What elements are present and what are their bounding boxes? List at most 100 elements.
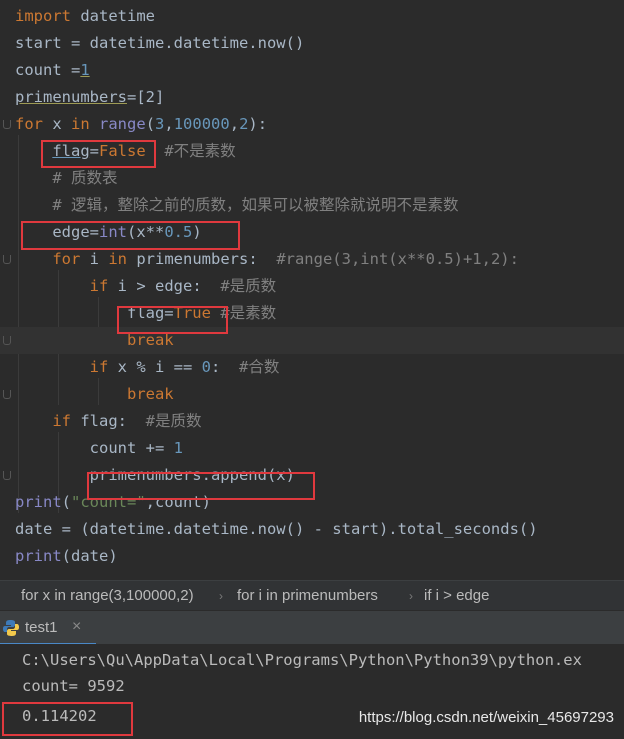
code-token: in — [108, 250, 127, 268]
code-text: start = datetime.datetime.now() — [15, 30, 304, 57]
code-token: # 逻辑，整除之前的质数，如果可以被整除就说明不是素数 — [52, 196, 459, 214]
code-line[interactable]: break — [0, 381, 624, 408]
code-line[interactable]: flag=True #是素数 — [0, 300, 624, 327]
fold-marker-icon[interactable] — [3, 255, 11, 264]
code-token: if — [89, 358, 109, 376]
chevron-right-icon: › — [219, 589, 223, 603]
console-line: count= 9592 — [22, 677, 125, 695]
code-text: import datetime — [15, 3, 155, 30]
code-line[interactable]: count += 1 — [0, 435, 624, 462]
highlight-append — [87, 472, 315, 500]
code-token: , — [164, 115, 174, 133]
code-text: print(date) — [15, 543, 118, 570]
code-token: if — [89, 277, 109, 295]
fold-marker-icon[interactable] — [3, 390, 11, 399]
close-icon[interactable]: × — [72, 618, 81, 636]
code-line[interactable]: start = datetime.datetime.now() — [0, 30, 624, 57]
code-token: datetime — [71, 7, 155, 25]
code-token: #是质数 — [145, 412, 202, 430]
highlight-flag-true — [117, 306, 228, 334]
highlight-flag-false — [41, 140, 156, 168]
code-text: if flag: #是质数 — [15, 408, 202, 435]
code-token: ( — [61, 493, 72, 511]
python-icon — [3, 620, 19, 636]
code-line[interactable]: date = (datetime.datetime.now() - start)… — [0, 516, 624, 543]
code-token: i — [80, 250, 109, 268]
code-token: 0 — [201, 358, 211, 376]
console-line: C:\Users\Qu\AppData\Local\Programs\Pytho… — [22, 651, 582, 669]
code-text: count += 1 — [15, 435, 183, 462]
code-line[interactable]: for i in primenumbers: #range(3,int(x**0… — [0, 246, 624, 273]
code-line[interactable]: import datetime — [0, 3, 624, 30]
code-editor[interactable]: import datetime start = datetime.datetime… — [0, 0, 624, 580]
highlight-output-time — [2, 702, 133, 736]
code-text: if x % i == 0: #合数 — [15, 354, 280, 381]
run-toolbar: test1 × — [0, 610, 624, 645]
code-line[interactable]: if i > edge: #是质数 — [0, 273, 624, 300]
code-text: primenumbers=[2] — [15, 84, 164, 111]
code-text: if i > edge: #是质数 — [15, 273, 277, 300]
code-line[interactable]: break — [0, 327, 624, 354]
code-token: : — [211, 358, 239, 376]
code-token: x — [43, 115, 71, 133]
code-line[interactable]: print(date) — [0, 543, 624, 570]
code-token: count += — [15, 439, 174, 457]
code-token: i > edge: — [108, 277, 221, 295]
code-token: in — [71, 115, 90, 133]
code-text: date = (datetime.datetime.now() - start)… — [15, 516, 538, 543]
code-token: for — [15, 115, 43, 133]
code-token: for — [52, 250, 81, 268]
code-token: print — [15, 547, 62, 565]
tab-test1[interactable]: test1 × — [0, 611, 96, 645]
code-text: for x in range(3,100000,2): — [15, 111, 267, 138]
code-token: break — [126, 385, 174, 403]
breadcrumb-item-for-i[interactable]: for i in primenumbers — [237, 581, 378, 611]
code-token: (date) — [61, 547, 118, 565]
fold-marker-icon[interactable] — [3, 120, 11, 129]
breadcrumb: for x in range(3,100000,2) › for i in pr… — [0, 580, 624, 611]
code-line[interactable]: # 逻辑，整除之前的质数，如果可以被整除就说明不是素数 — [0, 192, 624, 219]
watermark: https://blog.csdn.net/weixin_45697293 — [358, 709, 614, 726]
code-token: if — [52, 412, 71, 430]
code-text: # 逻辑，整除之前的质数，如果可以被整除就说明不是素数 — [15, 192, 459, 219]
fold-marker-icon[interactable] — [3, 471, 11, 480]
code-token: x % i == — [108, 358, 202, 376]
breadcrumb-item-if-edge[interactable]: if i > edge — [424, 581, 489, 611]
code-token: range — [99, 115, 146, 133]
code-line[interactable]: if flag: #是质数 — [0, 408, 624, 435]
code-line[interactable]: count =1 — [0, 57, 624, 84]
breadcrumb-item-for-x[interactable]: for x in range(3,100000,2) — [21, 581, 194, 611]
code-token: flag: — [71, 412, 146, 430]
code-token: start = datetime.datetime.now() — [15, 34, 305, 52]
code-token: count = — [15, 61, 81, 79]
code-token: 1 — [173, 439, 183, 457]
chevron-right-icon: › — [409, 589, 413, 603]
code-line[interactable]: # 质数表 — [0, 165, 624, 192]
code-token: =[2] — [126, 88, 165, 106]
code-token: 1 — [80, 61, 90, 79]
code-token: , — [229, 115, 240, 133]
code-token: date = (datetime.datetime.now() - start)… — [15, 520, 538, 538]
code-token: #不是素数 — [164, 142, 236, 160]
fold-marker-icon[interactable] — [3, 336, 11, 345]
code-text: # 质数表 — [15, 165, 117, 192]
code-token: ( — [145, 115, 156, 133]
run-tab-label: test1 — [25, 619, 58, 636]
code-text: break — [15, 381, 174, 408]
code-token: #是质数 — [220, 277, 277, 295]
code-line[interactable]: primenumbers=[2] — [0, 84, 624, 111]
highlight-edge — [21, 221, 240, 250]
code-token: 100000 — [173, 115, 230, 133]
code-line[interactable]: if x % i == 0: #合数 — [0, 354, 624, 381]
code-token: import — [15, 7, 71, 25]
code-token: 3 — [155, 115, 165, 133]
code-line[interactable]: for x in range(3,100000,2): — [0, 111, 624, 138]
